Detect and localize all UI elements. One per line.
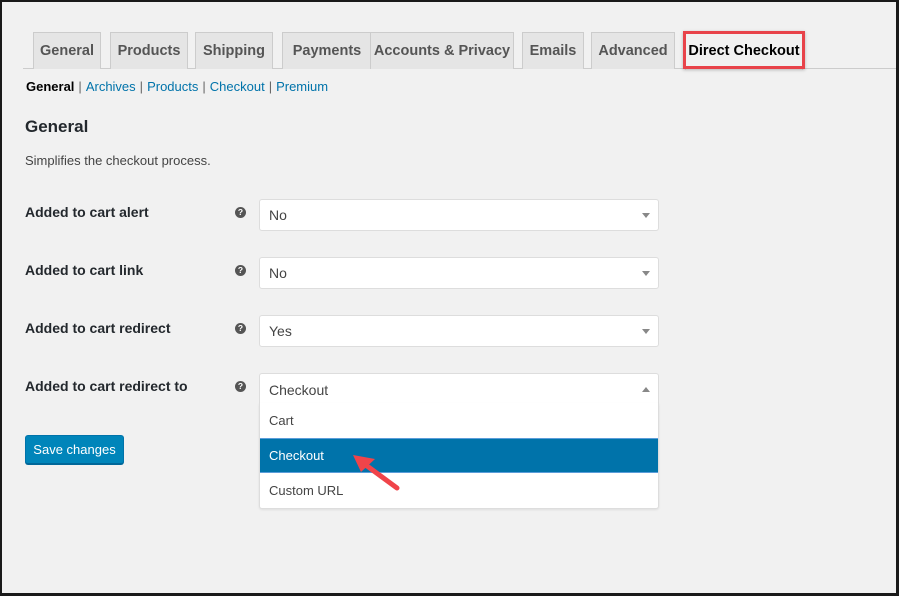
tab-payments[interactable]: Payments — [282, 32, 372, 69]
added-to-cart-redirect-label: Added to cart redirect — [25, 320, 171, 336]
select-value: No — [269, 265, 287, 281]
subnav-archives-link[interactable]: Archives — [86, 79, 136, 94]
chevron-down-icon — [642, 213, 650, 218]
section-description: Simplifies the checkout process. — [25, 153, 211, 168]
tab-advanced[interactable]: Advanced — [591, 32, 675, 69]
select-value: Yes — [269, 323, 292, 339]
chevron-down-icon — [642, 329, 650, 334]
added-to-cart-redirect-to-label: Added to cart redirect to — [25, 378, 188, 394]
subnav-products-link[interactable]: Products — [147, 79, 198, 94]
added-to-cart-alert-select[interactable]: No — [259, 199, 659, 231]
tab-products[interactable]: Products — [110, 32, 188, 69]
tab-general[interactable]: General — [33, 32, 101, 69]
subnav-premium-link[interactable]: Premium — [276, 79, 328, 94]
settings-tabs: General Products Shipping Payments Accou… — [23, 32, 896, 70]
added-to-cart-link-select[interactable]: No — [259, 257, 659, 289]
subnav-separator: | — [202, 79, 206, 94]
subnav-separator: | — [78, 79, 82, 94]
save-changes-button[interactable]: Save changes — [25, 435, 124, 464]
added-to-cart-link-label: Added to cart link — [25, 262, 144, 278]
tab-direct-checkout[interactable]: Direct Checkout — [685, 32, 803, 70]
select-value: Checkout — [269, 381, 329, 398]
question-circle-icon[interactable]: ? — [235, 265, 246, 276]
tab-shipping[interactable]: Shipping — [195, 32, 273, 69]
chevron-down-icon — [642, 271, 650, 276]
question-circle-icon[interactable]: ? — [235, 323, 246, 334]
tab-accounts-privacy[interactable]: Accounts & Privacy — [370, 32, 514, 69]
tab-emails[interactable]: Emails — [522, 32, 584, 69]
subnav-separator: | — [268, 79, 273, 94]
chevron-up-icon — [642, 387, 650, 392]
option-cart[interactable]: Cart — [260, 403, 658, 438]
subnav-checkout-link[interactable]: Checkout — [210, 79, 265, 94]
redirect-to-dropdown-list: Cart Checkout Custom URL — [259, 403, 659, 509]
added-to-cart-alert-label: Added to cart alert — [25, 204, 149, 220]
added-to-cart-redirect-to-select[interactable]: Checkout — [259, 373, 659, 405]
subnav-general-current: General — [26, 79, 75, 94]
subnav-separator: | — [139, 79, 144, 94]
option-custom-url[interactable]: Custom URL — [260, 473, 658, 508]
option-checkout[interactable]: Checkout — [260, 438, 658, 473]
sub-navigation: General | Archives | Products | Checkout | Premi… — [26, 79, 328, 94]
question-circle-icon[interactable]: ? — [235, 207, 246, 218]
section-title: General — [25, 117, 89, 136]
added-to-cart-redirect-select[interactable]: Yes — [259, 315, 659, 347]
question-circle-icon[interactable]: ? — [235, 381, 246, 392]
select-value: No — [269, 207, 287, 223]
